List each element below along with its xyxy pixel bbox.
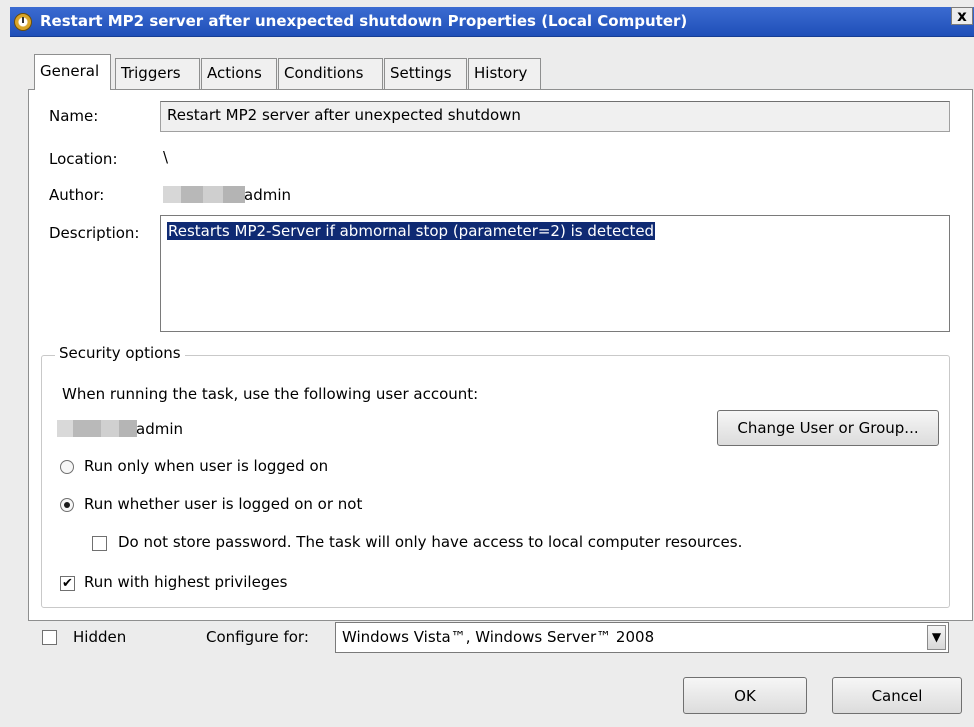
description-selected-text: Restarts MP2-Server if abmornal stop (pa… xyxy=(167,222,656,240)
change-user-group-button[interactable]: Change User or Group... xyxy=(717,410,939,446)
run-whether-radio[interactable] xyxy=(60,498,74,512)
configure-for-label: Configure for: xyxy=(206,628,309,646)
no-store-password-label[interactable]: Do not store password. The task will onl… xyxy=(118,533,742,551)
author-label: Author: xyxy=(49,186,105,204)
task-clock-icon xyxy=(14,13,32,31)
hidden-checkbox[interactable] xyxy=(42,630,57,645)
location-value: \ xyxy=(163,148,169,166)
highest-privileges-label[interactable]: Run with highest privileges xyxy=(84,573,287,591)
author-value: admin xyxy=(244,186,291,204)
run-whether-label[interactable]: Run whether user is logged on or not xyxy=(84,495,362,513)
run-logged-on-radio[interactable] xyxy=(60,460,74,474)
tab-conditions[interactable]: Conditions xyxy=(278,58,383,89)
author-redacted xyxy=(163,186,245,203)
no-store-password-checkbox[interactable] xyxy=(92,536,107,551)
chevron-down-icon[interactable]: ▼ xyxy=(927,625,946,650)
window-title: Restart MP2 server after unexpected shut… xyxy=(40,12,688,30)
highest-privileges-checkbox[interactable]: ✔ xyxy=(60,576,75,591)
tab-triggers[interactable]: Triggers xyxy=(115,58,200,89)
cancel-button[interactable]: Cancel xyxy=(832,677,962,714)
location-label: Location: xyxy=(49,150,118,168)
name-label: Name: xyxy=(49,107,99,125)
description-label: Description: xyxy=(49,224,140,242)
configure-for-value: Windows Vista™, Windows Server™ 2008 xyxy=(342,628,655,646)
tab-general[interactable]: General xyxy=(34,54,111,90)
title-bar: Restart MP2 server after unexpected shut… xyxy=(10,7,974,37)
user-account-value: admin xyxy=(136,420,183,438)
hidden-label[interactable]: Hidden xyxy=(73,628,126,646)
description-textarea[interactable]: Restarts MP2-Server if abmornal stop (pa… xyxy=(160,215,950,332)
security-options-title: Security options xyxy=(55,344,185,362)
ok-button[interactable]: OK xyxy=(683,677,807,714)
tab-settings[interactable]: Settings xyxy=(384,58,467,89)
user-account-redacted xyxy=(57,420,137,437)
configure-for-select[interactable]: Windows Vista™, Windows Server™ 2008 ▼ xyxy=(335,622,949,653)
run-logged-on-label[interactable]: Run only when user is logged on xyxy=(84,457,328,475)
account-prompt: When running the task, use the following… xyxy=(62,385,479,403)
name-field[interactable]: Restart MP2 server after unexpected shut… xyxy=(160,101,950,132)
tab-history[interactable]: History xyxy=(468,58,541,89)
close-button[interactable]: x xyxy=(951,7,973,25)
tab-actions[interactable]: Actions xyxy=(201,58,277,89)
